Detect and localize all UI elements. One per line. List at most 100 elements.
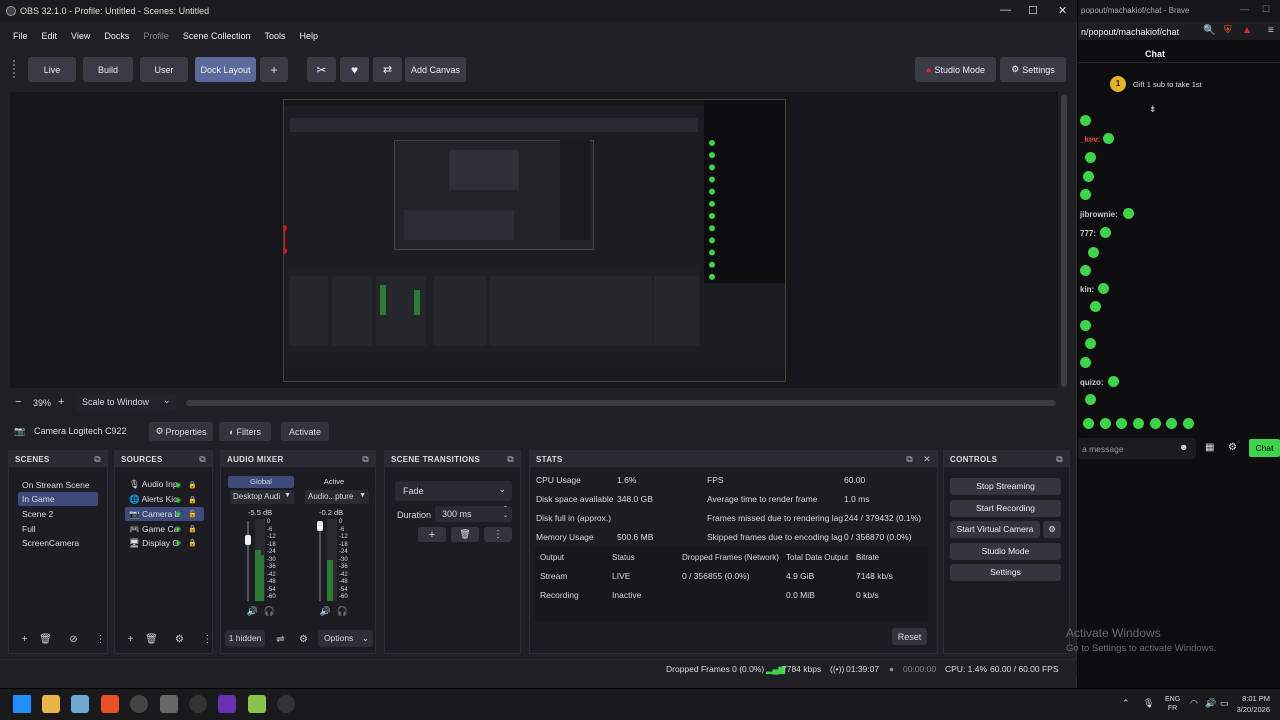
channel-select[interactable]: Audio...pture ▼ — [305, 490, 369, 504]
menu-help[interactable]: Help — [292, 27, 325, 45]
preview-horizontal-scrollbar[interactable] — [186, 400, 1056, 406]
zoom-in-button[interactable]: + — [58, 396, 64, 408]
search-icon[interactable]: 🔍 — [1203, 25, 1215, 36]
add-canvas-button[interactable]: Add Canvas — [405, 57, 466, 82]
more-icon[interactable]: ⋮ — [200, 632, 215, 647]
visibility-icon[interactable]: ◉ ◉ ◉ ◉ ◉ — [175, 479, 183, 551]
scene-item[interactable]: Scene 2 — [18, 507, 98, 521]
menu-docks[interactable]: Docks — [97, 27, 136, 45]
clock[interactable]: 8:01 PM 3/20/2026 — [1232, 693, 1270, 715]
drag-handle-icon[interactable]: ⇟ — [1149, 104, 1157, 115]
gear-icon[interactable]: ⚙ — [1228, 442, 1237, 453]
app-icon[interactable] — [277, 695, 295, 713]
undock-icon[interactable]: ⧉ — [906, 454, 913, 465]
tab-user[interactable]: User — [140, 57, 188, 82]
microphone-icon[interactable]: 🎙 — [1143, 698, 1154, 709]
start-recording-button[interactable]: Start Recording — [950, 500, 1061, 517]
minimize-icon[interactable]: — — [1240, 4, 1249, 14]
minimize-icon[interactable]: — — [1000, 4, 1011, 16]
address-bar[interactable]: n/popout/machakiof/chat 🔍 ⛨ ▲ ≡ — [1078, 22, 1280, 40]
undock-icon[interactable]: ⧉ — [362, 454, 369, 465]
volume-slider-handle[interactable] — [245, 535, 251, 545]
brave-shield-icon[interactable]: ⛨ — [1224, 25, 1232, 36]
hidden-count-button[interactable]: 1 hidden — [225, 630, 265, 647]
toolbar-grip-icon[interactable] — [13, 60, 17, 78]
tab-live[interactable]: Live — [28, 57, 76, 82]
start-virtual-camera-button[interactable]: Start Virtual Camera — [950, 521, 1040, 538]
gear-icon[interactable]: ⚙ — [1043, 521, 1061, 538]
volume-slider-track[interactable] — [319, 521, 321, 601]
volume-icon[interactable]: 🔊 — [1205, 698, 1216, 709]
menu-file[interactable]: File — [6, 27, 35, 45]
gear-icon[interactable]: ⚙ — [296, 632, 311, 647]
brave-icon[interactable] — [101, 695, 119, 713]
zoom-out-button[interactable]: − — [15, 396, 21, 408]
volume-slider-handle[interactable] — [317, 521, 323, 531]
channel-select[interactable]: Desktop Audi ▼ — [230, 490, 294, 504]
duration-input[interactable]: 300 ms ⌃ ⌄ — [435, 506, 512, 522]
menu-scene-collection[interactable]: Scene Collection — [176, 27, 258, 45]
close-icon[interactable]: ✕ — [923, 454, 931, 465]
app-icon[interactable] — [189, 695, 207, 713]
studio-mode-button[interactable]: ● Studio Mode — [915, 57, 996, 82]
headphones-icon[interactable]: 🎧 — [262, 604, 277, 619]
transition-select[interactable]: Fade ⌄ — [395, 481, 512, 501]
undock-icon[interactable]: ⧉ — [199, 454, 206, 465]
file-explorer-icon[interactable] — [42, 695, 60, 713]
menu-tools[interactable]: Tools — [257, 27, 292, 45]
app-icon[interactable] — [160, 695, 178, 713]
undock-icon[interactable]: ⧉ — [507, 454, 514, 465]
menu-edit[interactable]: Edit — [35, 27, 65, 45]
volume-slider-track[interactable] — [247, 521, 249, 601]
lock-icon[interactable]: 🔒 🔒 🔓 🔒 🔒 — [188, 479, 197, 551]
obs-icon[interactable] — [130, 695, 148, 713]
close-icon[interactable]: ✕ — [1058, 4, 1067, 17]
undock-icon[interactable]: ⧉ — [94, 454, 101, 465]
spinner-icon[interactable]: ⌃ ⌄ — [503, 506, 508, 520]
app-icon[interactable] — [248, 695, 266, 713]
battery-icon[interactable]: ▭ — [1220, 698, 1229, 709]
tab-build[interactable]: Build — [83, 57, 133, 82]
share-icon[interactable]: ⇄ — [373, 57, 402, 82]
add-source-icon[interactable]: + — [123, 632, 138, 647]
menu-profile[interactable]: Profile — [136, 27, 176, 45]
studio-mode-control-button[interactable]: Studio Mode — [950, 543, 1061, 560]
more-icon[interactable]: ⋮ — [93, 632, 108, 647]
tools-icon[interactable]: ✂ — [307, 57, 336, 82]
settings-control-button[interactable]: Settings — [950, 564, 1061, 581]
menu-view[interactable]: View — [64, 27, 97, 45]
next-app-icon[interactable] — [218, 695, 236, 713]
undock-icon[interactable]: ⧉ — [1056, 454, 1063, 465]
tab-dock-layout[interactable]: Dock Layout — [195, 57, 256, 82]
send-chat-button[interactable]: Chat — [1249, 439, 1280, 457]
trash-icon[interactable]: 🗑 — [38, 632, 53, 647]
reset-button[interactable]: Reset — [892, 628, 927, 645]
chat-message-input[interactable]: a message ☻ — [1078, 438, 1196, 459]
scene-item[interactable]: On Stream Scene — [18, 478, 98, 492]
trash-icon[interactable]: 🗑 — [144, 632, 159, 647]
rewards-icon[interactable]: ▲ — [1242, 25, 1252, 36]
store-icon[interactable] — [71, 695, 89, 713]
tab-global[interactable]: Global — [228, 476, 294, 488]
windows-start-icon[interactable] — [13, 695, 31, 713]
language-indicator[interactable]: ENG FR — [1165, 695, 1180, 713]
add-scene-icon[interactable]: + — [17, 632, 32, 647]
menu-icon[interactable]: ≡ — [1268, 25, 1274, 36]
speaker-icon[interactable]: 🔊 — [318, 604, 333, 619]
scene-item-selected[interactable]: In Game — [18, 492, 98, 506]
options-button[interactable]: Options ⌄ — [318, 630, 373, 647]
calendar-icon[interactable]: ▦ — [1205, 442, 1214, 453]
heart-icon[interactable]: ♥ — [340, 57, 369, 82]
scene-item[interactable]: Full ScreenCamera — [18, 522, 98, 548]
emoji-icon[interactable]: ☻ — [1179, 442, 1188, 452]
gear-icon[interactable]: ⚙ — [172, 632, 187, 647]
more-icon[interactable]: ⋮ — [484, 527, 512, 542]
add-transition-icon[interactable]: + — [418, 527, 446, 542]
scale-mode-select[interactable]: Scale to Window ⌄ — [76, 393, 176, 411]
add-tab-button[interactable]: + — [260, 57, 288, 82]
filters-button[interactable]: ◐ Filters — [219, 422, 271, 441]
trash-icon[interactable]: 🗑 — [451, 527, 479, 542]
speaker-icon[interactable]: 🔊 — [245, 604, 260, 619]
wifi-icon[interactable]: ◠ — [1190, 698, 1198, 709]
headphones-icon[interactable]: 🎧 — [335, 604, 350, 619]
